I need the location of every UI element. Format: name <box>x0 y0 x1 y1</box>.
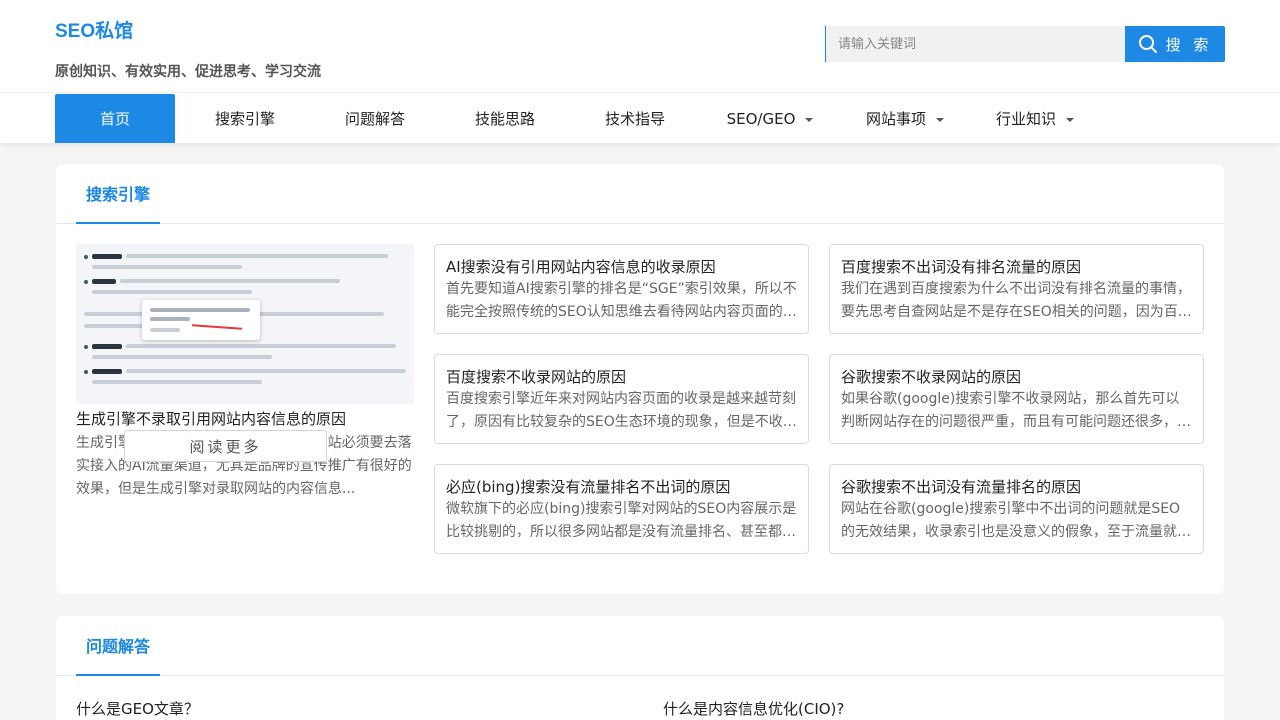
qa-link[interactable]: 什么是GEO文章？ <box>76 698 199 719</box>
nav-item-skills[interactable]: 技能思路 <box>445 94 565 143</box>
article-card[interactable]: 谷歌搜索不出词没有流量排名的原因 网站在谷歌(google)搜索引擎中不出词的问… <box>829 464 1204 554</box>
nav-item-label: 问题解答 <box>344 110 405 128</box>
article-card-excerpt: 我们在遇到百度搜索为什么不出词没有排名流量的事情，要先思考自查网站是不是存在SE… <box>841 281 1192 320</box>
featured-article-title[interactable]: 生成引擎不录取引用网站内容信息的原因 <box>76 408 414 430</box>
article-card-title[interactable]: 必应(bing)搜索没有流量排名不出词的原因 <box>446 476 797 498</box>
article-card-title[interactable]: 谷歌搜索不出词没有流量排名的原因 <box>841 476 1192 498</box>
section-search-engine: 搜索引擎 生成引擎不录取引用网站内容信息的原因 生成引擎 数网站必须要去落实接入… <box>56 164 1224 594</box>
search-button-label: 搜 索 <box>1165 35 1213 54</box>
nav-item-qa[interactable]: 问题解答 <box>315 94 435 143</box>
section-header: 搜索引擎 <box>56 164 1224 224</box>
article-card-title[interactable]: 百度搜索不收录网站的原因 <box>446 366 797 388</box>
read-more-button[interactable]: 阅读更多 <box>124 430 327 462</box>
site-tagline: 原创知识、有效实用、促进思考、学习交流 <box>55 64 321 80</box>
qa-link[interactable]: 什么是内容信息优化(CIO)? <box>663 698 844 719</box>
nav-item-label: 技术指导 <box>604 110 665 128</box>
search-icon <box>1138 34 1158 54</box>
chevron-down-icon <box>805 117 814 122</box>
article-card-excerpt: 网站在谷歌(google)搜索引擎中不出词的问题就是SEO的无效结果，收录索引也… <box>841 501 1191 540</box>
nav-item-label: 搜索引擎 <box>214 110 275 128</box>
nav-item-home[interactable]: 首页 <box>55 94 175 143</box>
section-title[interactable]: 问题解答 <box>76 616 161 676</box>
site-header: SEO私馆 原创知识、有效实用、促进思考、学习交流 搜 索 <box>0 0 1280 92</box>
chevron-down-icon <box>936 117 944 122</box>
article-card-excerpt: 微软旗下的必应(bing)搜索引擎对网站的SEO内容展示是比较挑剔的，所以很多网… <box>446 501 797 540</box>
nav-item-industry[interactable]: 行业知识 <box>975 94 1095 143</box>
main-nav: 首页 搜索引擎 问题解答 技能思路 技术指导 SEO/GEO 网站事项 行业知识 <box>0 92 1280 143</box>
site-logo[interactable]: SEO私馆 <box>55 16 133 43</box>
search-input[interactable] <box>825 26 1125 62</box>
article-card[interactable]: 必应(bing)搜索没有流量排名不出词的原因 微软旗下的必应(bing)搜索引擎… <box>434 464 809 554</box>
section-title[interactable]: 搜索引擎 <box>76 164 161 224</box>
article-card-title[interactable]: AI搜索没有引用网站内容信息的收录原因 <box>446 256 797 278</box>
nav-item-label: SEO/GEO <box>726 109 796 128</box>
nav-item-label: 技能思路 <box>474 110 535 128</box>
featured-article[interactable]: 生成引擎不录取引用网站内容信息的原因 生成引擎优化(GEO)已经是现在大多数网站… <box>76 244 414 501</box>
article-card-title[interactable]: 谷歌搜索不收录网站的原因 <box>841 366 1192 388</box>
nav-item-label: 网站事项 <box>865 110 926 128</box>
nav-item-label: 首页 <box>99 110 130 128</box>
nav-item-seo-geo[interactable]: SEO/GEO <box>705 94 835 143</box>
article-card-title[interactable]: 百度搜索不出词没有排名流量的原因 <box>841 256 1192 278</box>
article-card[interactable]: 谷歌搜索不收录网站的原因 如果谷歌(google)搜索引擎不收录网站，那么首先可… <box>829 354 1204 444</box>
chevron-down-icon <box>1066 117 1074 122</box>
article-card-excerpt: 百度搜索引擎近年来对网站内容页面的收录是越来越苛刻了，原因有比较复杂的SEO生态… <box>446 391 797 430</box>
article-card[interactable]: 百度搜索不出词没有排名流量的原因 我们在遇到百度搜索为什么不出词没有排名流量的事… <box>829 244 1204 334</box>
section-qa: 问题解答 什么是GEO文章？ 什么是内容信息优化(CIO)? <box>56 616 1224 720</box>
search-bar: 搜 索 <box>825 26 1225 62</box>
article-card[interactable]: AI搜索没有引用网站内容信息的收录原因 首先要知道AI搜索引擎的排名是“SGE”… <box>434 244 809 334</box>
article-card[interactable]: 百度搜索不收录网站的原因 百度搜索引擎近年来对网站内容页面的收录是越来越苛刻了，… <box>434 354 809 444</box>
nav-item-tech-guide[interactable]: 技术指导 <box>575 94 695 143</box>
article-card-excerpt: 首先要知道AI搜索引擎的排名是“SGE”索引效果，所以不能完全按照传统的SEO认… <box>446 281 797 320</box>
section-header: 问题解答 <box>56 616 1224 676</box>
search-button[interactable]: 搜 索 <box>1125 26 1225 62</box>
article-card-excerpt: 如果谷歌(google)搜索引擎不收录网站，那么首先可以判断网站存在的问题很严重… <box>841 391 1191 430</box>
nav-item-label: 行业知识 <box>995 110 1056 128</box>
nav-item-site-matters[interactable]: 网站事项 <box>845 94 965 143</box>
nav-item-search-engine[interactable]: 搜索引擎 <box>185 94 305 143</box>
article-thumbnail[interactable] <box>76 244 414 404</box>
